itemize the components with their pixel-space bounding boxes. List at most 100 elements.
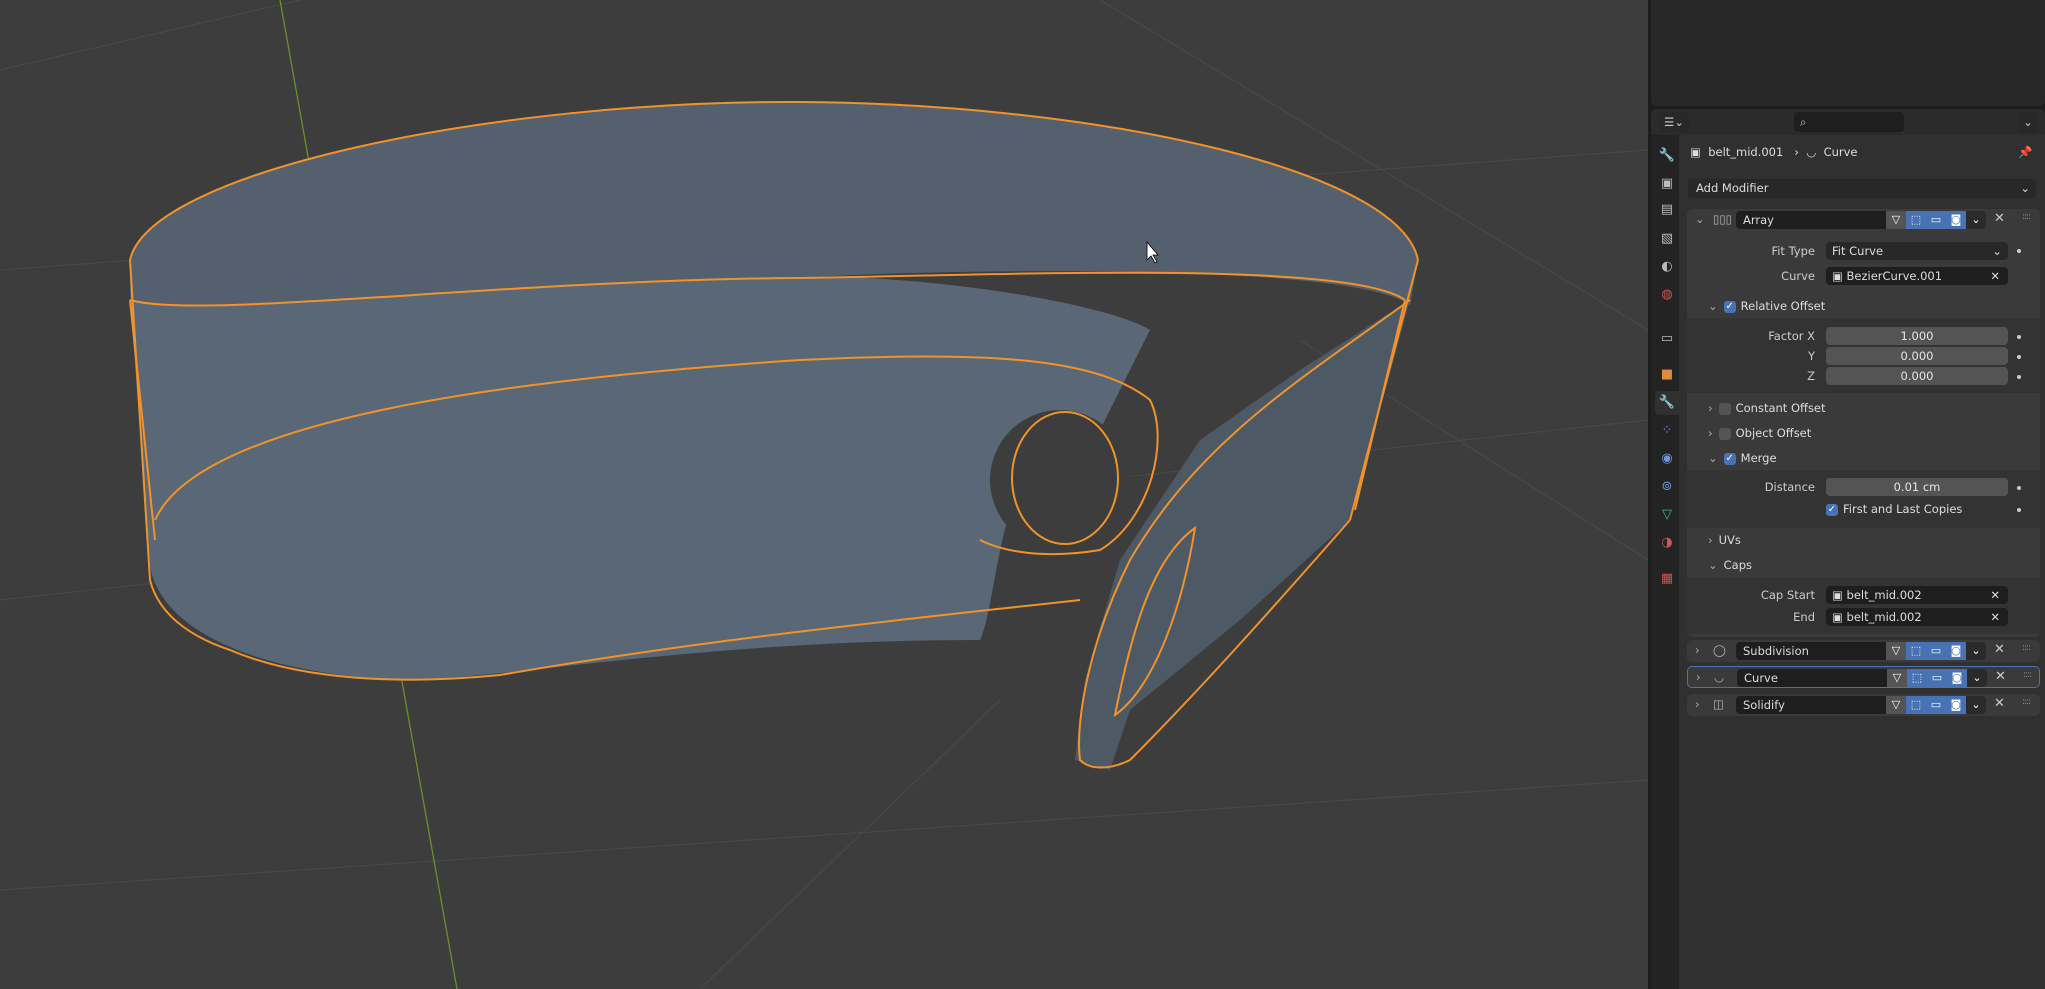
curve-object-field[interactable]: ▣ BezierCurve.001 ✕ (1826, 267, 2008, 285)
solidify-icon: ◫ (1713, 697, 1724, 711)
render-tab-icon[interactable]: ▣ (1655, 172, 1679, 196)
extras-dropdown[interactable]: ⌄ (1966, 696, 1986, 714)
first-last-copies-toggle[interactable]: ✓ First and Last Copies (1826, 500, 1962, 518)
viewport-display-icon[interactable]: ▭ (1926, 696, 1946, 714)
modifier-name-input[interactable]: Curve (1737, 669, 1887, 687)
modifier-name-input[interactable]: Solidify (1736, 696, 1886, 714)
edit-cage-icon[interactable]: ▽ (1886, 642, 1906, 660)
viewport-display-icon[interactable]: ▭ (1927, 669, 1947, 687)
keyframe-dot[interactable] (2017, 375, 2021, 379)
3d-viewport[interactable] (0, 0, 1648, 989)
object-offset-checkbox[interactable] (1718, 427, 1731, 440)
edit-cage-icon[interactable]: ▽ (1886, 696, 1906, 714)
curve-modifier-header[interactable]: › ◡ Curve ▽ ⬚ ▭ ◙ ⌄ ✕:::: (1687, 666, 2040, 688)
view-layer-tab-icon[interactable]: ▧ (1655, 227, 1679, 251)
data-tab-icon[interactable]: ▽ (1655, 503, 1679, 527)
render-icon[interactable]: ◙ (1946, 642, 1966, 660)
modifier-name-input[interactable]: Array (1736, 211, 1886, 229)
edit-mode-icon[interactable]: ⬚ (1906, 211, 1926, 229)
edit-mode-icon[interactable]: ⬚ (1907, 669, 1927, 687)
keyframe-dot[interactable] (2017, 508, 2021, 512)
modifier-tab-icon[interactable]: 🔧 (1655, 391, 1679, 415)
cap-start-label: Cap Start (1760, 588, 1815, 602)
viewport-display-icon[interactable]: ▭ (1926, 211, 1946, 229)
cap-end-label: End (1793, 610, 1815, 624)
factor-z-field[interactable]: 0.000 (1826, 367, 2008, 385)
solidify-modifier-header[interactable]: › ◫ Solidify ▽ ⬚ ▭ ◙ ⌄ ✕:::: (1687, 694, 2040, 716)
uvs-subpanel-toggle[interactable]: › UVs (1708, 531, 1741, 549)
collapse-chevron-icon[interactable]: ⌄ (1695, 212, 1705, 226)
keyframe-dot[interactable] (2017, 355, 2021, 359)
array-modifier-header[interactable]: ⌄ ▯▯▯ Array ▽ ⬚ ▭ ◙ ⌄ ✕ :::: (1687, 209, 2040, 231)
options-dropdown[interactable]: ⌄ (2018, 112, 2038, 132)
cap-end-field[interactable]: ▣ belt_mid.002 ✕ (1826, 608, 2008, 626)
object-offset-toggle[interactable]: › Object Offset (1708, 424, 1811, 442)
edit-mode-icon[interactable]: ⬚ (1906, 642, 1926, 660)
editor-type-button[interactable]: ☰⌄ (1659, 112, 1689, 132)
modifier-name-input[interactable]: Subdivision (1736, 642, 1886, 660)
remove-modifier-icon[interactable]: ✕ (1994, 696, 2005, 711)
extras-dropdown[interactable]: ⌄ (1966, 642, 1986, 660)
merge-toggle[interactable]: ⌄ ✓ Merge (1708, 449, 1777, 467)
expand-chevron-icon[interactable]: › (1695, 697, 1700, 711)
drag-handle-icon[interactable]: :::: (2022, 697, 2031, 707)
merge-checkbox[interactable]: ✓ (1723, 452, 1736, 465)
tool-tab-icon[interactable]: 🔧 (1655, 144, 1679, 168)
edit-cage-icon[interactable]: ▽ (1887, 669, 1907, 687)
scene-tab-icon[interactable]: ◐ (1655, 255, 1679, 279)
remove-modifier-icon[interactable]: ✕ (1995, 669, 2006, 684)
search-input[interactable]: ⌕ (1794, 112, 1904, 132)
constraints-tab-icon[interactable]: ⊚ (1655, 475, 1679, 499)
texture-tab-icon[interactable]: ▦ (1655, 567, 1679, 591)
output-tab-icon[interactable]: ▤ (1655, 198, 1679, 222)
drag-handle-icon[interactable]: :::: (2022, 643, 2031, 653)
distance-field[interactable]: 0.01 cm (1826, 478, 2008, 496)
remove-modifier-icon[interactable]: ✕ (1994, 642, 2005, 657)
render-icon[interactable]: ◙ (1947, 669, 1967, 687)
world-tab-icon[interactable]: ◍ (1655, 283, 1679, 307)
render-icon[interactable]: ◙ (1946, 211, 1966, 229)
first-last-copies-checkbox[interactable]: ✓ (1826, 503, 1838, 516)
clear-icon[interactable]: ✕ (1990, 267, 2000, 285)
clear-icon[interactable]: ✕ (1990, 608, 2000, 626)
render-icon[interactable]: ◙ (1946, 696, 1966, 714)
object-tab-icon[interactable]: ■ (1655, 363, 1679, 387)
outliner-panel[interactable] (1651, 0, 2045, 106)
material-tab-icon[interactable]: ◑ (1655, 531, 1679, 555)
object-offset-label: Object Offset (1735, 426, 1812, 440)
drag-handle-icon[interactable]: :::: (2023, 670, 2032, 680)
subdivision-icon: ◯ (1713, 643, 1726, 657)
belt-mesh (130, 101, 1418, 770)
chevron-right-icon: › (1794, 145, 1799, 159)
add-modifier-dropdown[interactable]: Add Modifier ⌄ (1688, 179, 2036, 198)
factor-y-field[interactable]: 0.000 (1826, 347, 2008, 365)
physics-tab-icon[interactable]: ◉ (1655, 447, 1679, 471)
particles-tab-icon[interactable]: ⁘ (1655, 419, 1679, 443)
caps-subpanel-toggle[interactable]: ⌄ Caps (1708, 556, 1752, 574)
constant-offset-toggle[interactable]: › Constant Offset (1708, 399, 1826, 417)
keyframe-dot[interactable] (2017, 335, 2021, 339)
subdivision-modifier-header[interactable]: › ◯ Subdivision ▽ ⬚ ▭ ◙ ⌄ ✕:::: (1687, 640, 2040, 662)
edit-mode-icon[interactable]: ⬚ (1906, 696, 1926, 714)
remove-modifier-icon[interactable]: ✕ (1994, 211, 2005, 226)
relative-offset-checkbox[interactable]: ✓ (1723, 300, 1736, 313)
cap-start-field[interactable]: ▣ belt_mid.002 ✕ (1826, 586, 2008, 604)
drag-handle-icon[interactable]: :::: (2022, 212, 2031, 222)
extras-dropdown[interactable]: ⌄ (1967, 669, 1987, 687)
constant-offset-checkbox[interactable] (1718, 402, 1731, 415)
relative-offset-toggle[interactable]: ⌄ ✓ Relative Offset (1708, 297, 1825, 315)
chevron-down-icon: ⌄ (1708, 451, 1718, 465)
properties-tabs: 🔧 ▣ ▤ ▧ ◐ ◍ ▭ ■ 🔧 ⁘ ◉ ⊚ ▽ ◑ ▦ (1651, 135, 1679, 989)
expand-chevron-icon[interactable]: › (1696, 670, 1701, 684)
keyframe-dot[interactable] (2017, 249, 2021, 253)
clear-icon[interactable]: ✕ (1990, 586, 2000, 604)
extras-dropdown[interactable]: ⌄ (1966, 211, 1986, 229)
keyframe-dot[interactable] (2017, 486, 2021, 490)
fit-type-dropdown[interactable]: Fit Curve ⌄ (1826, 242, 2008, 260)
pin-icon[interactable]: 📌 (2018, 143, 2032, 161)
factor-x-field[interactable]: 1.000 (1826, 327, 2008, 345)
viewport-display-icon[interactable]: ▭ (1926, 642, 1946, 660)
edit-cage-icon[interactable]: ▽ (1886, 211, 1906, 229)
expand-chevron-icon[interactable]: › (1695, 643, 1700, 657)
collection-tab-icon[interactable]: ▭ (1655, 327, 1679, 351)
